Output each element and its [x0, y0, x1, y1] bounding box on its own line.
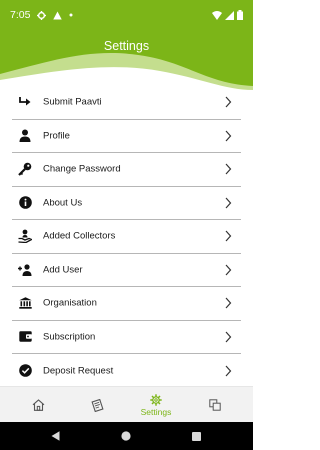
menu-item-label: About Us [43, 197, 83, 209]
system-navigation-bar [0, 422, 253, 450]
person-add-icon [18, 263, 32, 277]
app-header: 7:05 Settings [0, 0, 253, 90]
receipt-icon [90, 398, 104, 412]
menu-item-label: Change Password [43, 163, 121, 175]
recents-icon [191, 431, 201, 441]
nav-tab-label: Settings [140, 406, 172, 417]
chevron-right-icon [225, 96, 232, 108]
wallet-icon [18, 330, 32, 344]
menu-item-change-password[interactable]: Change Password [12, 153, 241, 187]
bank-icon [18, 296, 32, 310]
menu-item-label: Add User [43, 264, 83, 276]
gear-icon [37, 10, 47, 20]
chevron-right-icon [225, 297, 232, 309]
warning-icon [53, 10, 63, 20]
chevron-right-icon [225, 163, 232, 175]
system-recents-button[interactable] [189, 422, 203, 450]
copy-icon [209, 399, 221, 411]
hand-user-icon [18, 229, 32, 244]
menu-item-label: Deposit Request [43, 365, 114, 377]
nav-tab-settings[interactable]: Settings [136, 387, 176, 423]
menu-item-about-us[interactable]: About Us [12, 187, 241, 220]
menu-item-deposit-request[interactable]: Deposit Request [12, 354, 241, 388]
menu-item-added-collectors[interactable]: Added Collectors [12, 220, 241, 254]
chevron-right-icon [225, 130, 232, 142]
status-time: 7:05 [10, 9, 31, 21]
nav-tab-receipts[interactable] [84, 387, 110, 423]
chevron-right-icon [225, 230, 232, 242]
info-icon [18, 196, 32, 210]
menu-item-add-user[interactable]: Add User [12, 254, 241, 287]
home-icon [32, 399, 44, 411]
check-circle-icon [18, 364, 32, 378]
menu-item-label: Added Collectors [43, 230, 116, 242]
battery-icon [237, 10, 243, 20]
submit-arrow-icon [18, 95, 32, 109]
settings-menu: Submit Paavti Profile Change Password Ab… [12, 86, 241, 388]
menu-item-organisation[interactable]: Organisation [12, 287, 241, 321]
chevron-right-icon [225, 197, 232, 209]
signal-icon [225, 10, 234, 20]
gear-icon [150, 393, 162, 406]
bottom-navigation: Settings [0, 386, 253, 422]
chevron-right-icon [225, 331, 232, 343]
system-back-button[interactable] [48, 422, 62, 450]
chevron-right-icon [225, 264, 232, 276]
status-bar: 7:05 [0, 0, 253, 30]
menu-item-subscription[interactable]: Subscription [12, 321, 241, 354]
back-icon [51, 431, 59, 441]
nav-tab-home[interactable] [25, 387, 51, 423]
nav-tab-copy[interactable] [202, 387, 228, 423]
menu-item-submit-paavti[interactable]: Submit Paavti [12, 86, 241, 120]
menu-item-label: Organisation [43, 297, 97, 309]
menu-item-label: Profile [43, 130, 70, 142]
menu-item-profile[interactable]: Profile [12, 120, 241, 153]
system-home-button[interactable] [119, 422, 133, 450]
page-title: Settings [103, 39, 150, 53]
wifi-icon [212, 10, 222, 20]
person-icon [18, 129, 32, 143]
menu-item-label: Subscription [43, 331, 96, 343]
key-icon [18, 162, 32, 177]
home-circle-icon [121, 431, 131, 441]
menu-item-label: Submit Paavti [43, 96, 102, 108]
chevron-right-icon [225, 365, 232, 377]
dot-icon [69, 13, 73, 17]
